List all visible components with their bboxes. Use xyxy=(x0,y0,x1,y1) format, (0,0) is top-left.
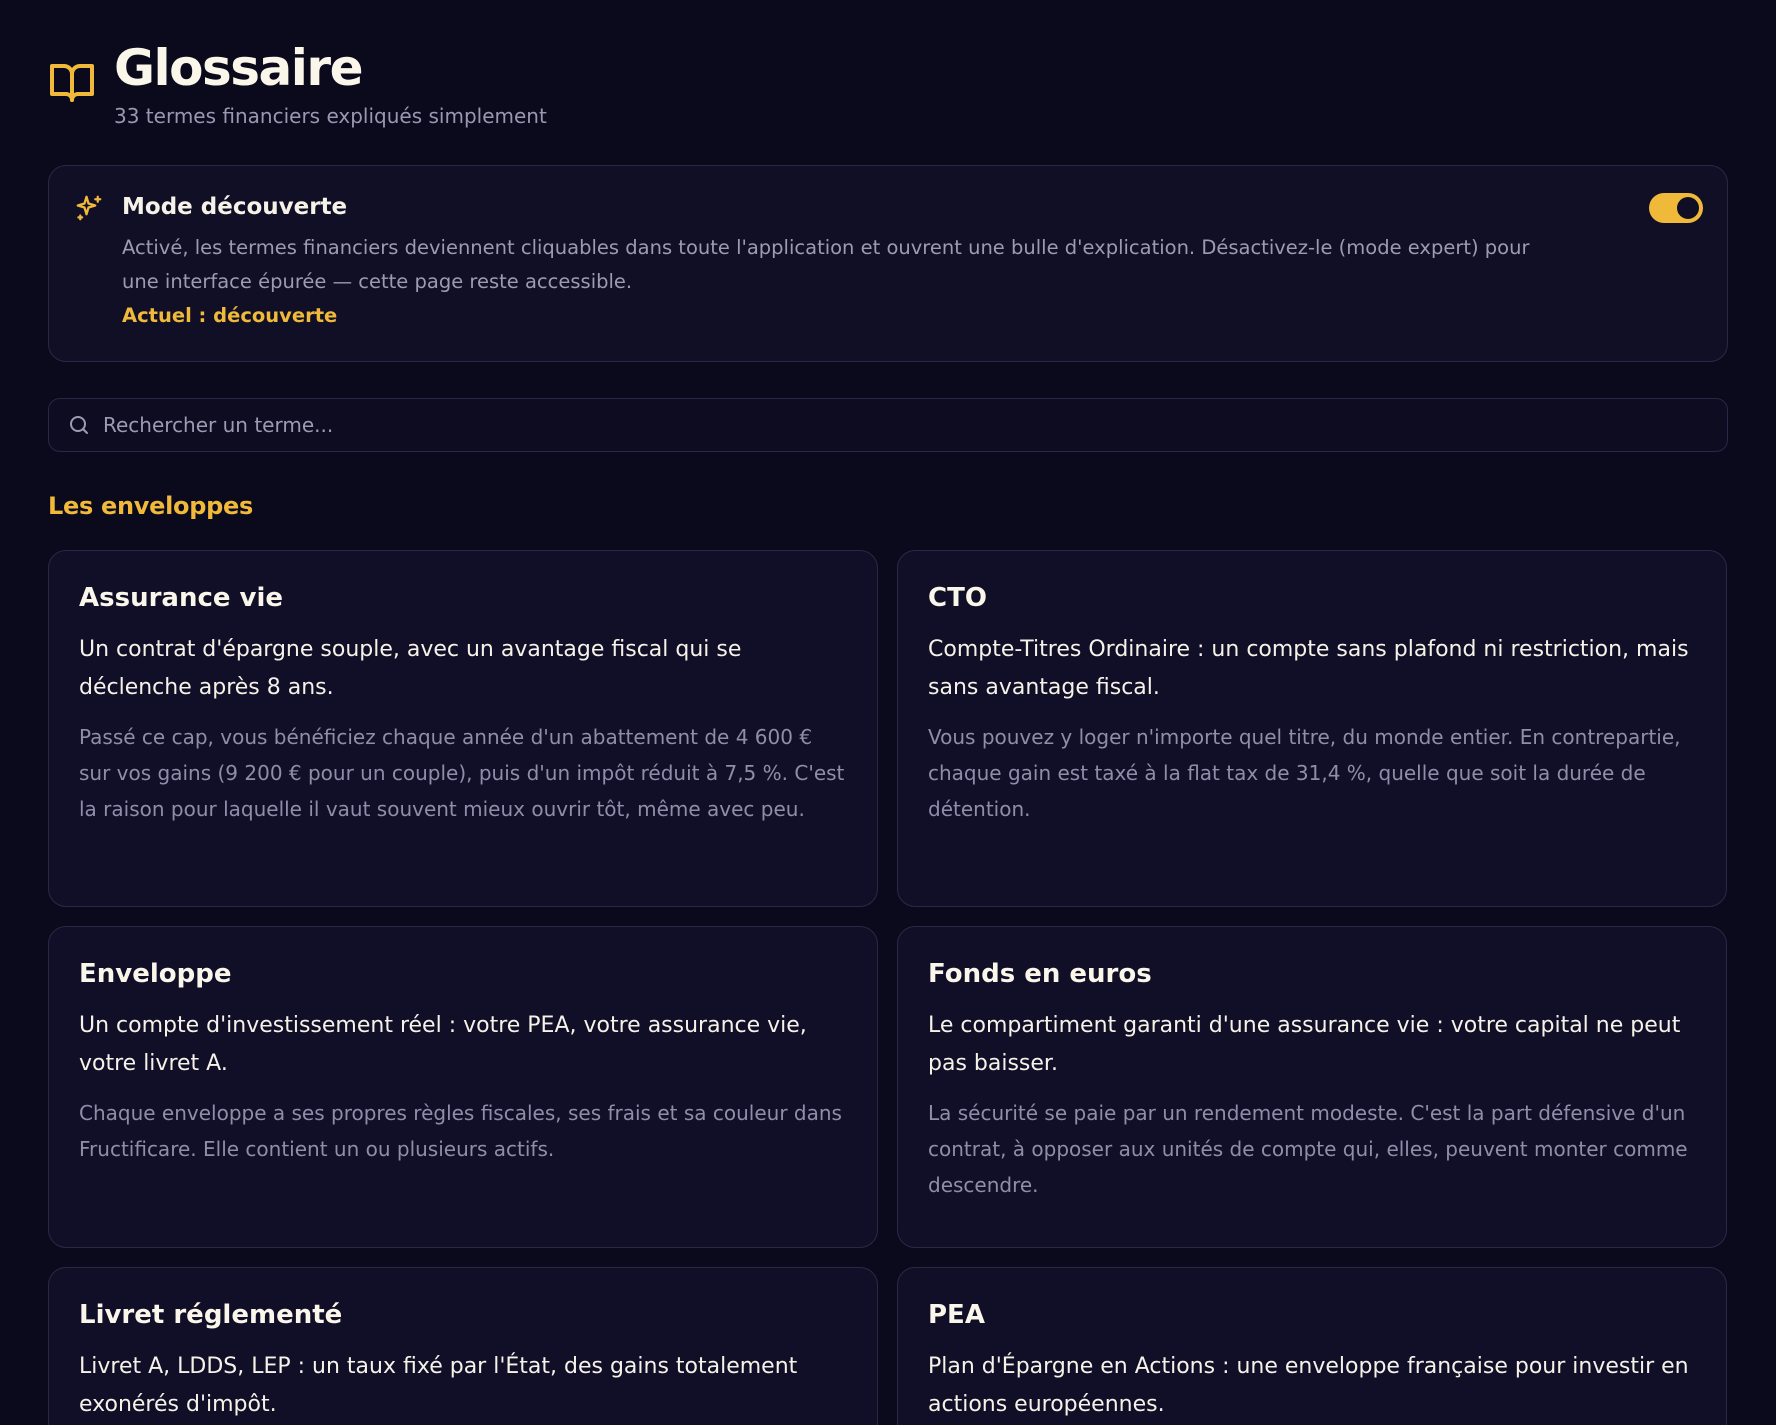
term-body: Chaque enveloppe a ses propres règles fi… xyxy=(79,1101,842,1161)
term-lead: Plan d'Épargne en Actions : une envelopp… xyxy=(928,1354,1689,1417)
discovery-mode-description: Activé, les termes financiers deviennent… xyxy=(122,236,1530,293)
header-text: Glossaire 33 termes financiers expliqués… xyxy=(114,36,547,128)
glossary-page: Glossaire 33 termes financiers expliqués… xyxy=(0,0,1776,1425)
page-title: Glossaire xyxy=(114,39,363,97)
discovery-mode-title: Mode découverte xyxy=(122,194,348,220)
sparkles-icon xyxy=(76,195,102,221)
term-title: CTO xyxy=(928,583,987,613)
discovery-mode-card: Mode découverte Activé, les termes finan… xyxy=(48,165,1728,362)
glossary-card[interactable]: PEA Plan d'Épargne en Actions : une enve… xyxy=(897,1267,1727,1425)
section-title: Les enveloppes xyxy=(48,492,253,520)
book-icon xyxy=(50,64,94,102)
term-title: Fonds en euros xyxy=(928,959,1152,989)
term-lead: Un contrat d'épargne souple, avec un ava… xyxy=(79,637,742,700)
glossary-card[interactable]: CTO Compte-Titres Ordinaire : un compte … xyxy=(897,550,1727,907)
glossary-card[interactable]: Assurance vie Un contrat d'épargne soupl… xyxy=(48,550,878,907)
term-body: Passé ce cap, vous bénéficiez chaque ann… xyxy=(79,725,845,821)
term-lead: Le compartiment garanti d'une assurance … xyxy=(928,1013,1681,1076)
search-input[interactable] xyxy=(103,413,1727,437)
discovery-mode-current: Actuel : découverte xyxy=(122,304,338,327)
toggle-knob xyxy=(1677,197,1699,219)
term-title: Assurance vie xyxy=(79,583,284,613)
term-body: Vous pouvez y loger n'importe quel titre… xyxy=(928,725,1681,821)
term-title: Livret réglementé xyxy=(79,1300,343,1330)
search-icon xyxy=(70,416,88,434)
discovery-mode-toggle[interactable] xyxy=(1649,193,1703,223)
term-title: PEA xyxy=(928,1300,985,1330)
glossary-card[interactable]: Fonds en euros Le compartiment garanti d… xyxy=(897,926,1727,1248)
glossary-card[interactable]: Enveloppe Un compte d'investissement rée… xyxy=(48,926,878,1248)
term-lead: Compte-Titres Ordinaire : un compte sans… xyxy=(928,637,1689,700)
search-bar xyxy=(48,398,1728,452)
page-subtitle: 33 termes financiers expliqués simplemen… xyxy=(114,104,547,128)
term-lead: Un compte d'investissement réel : votre … xyxy=(79,1013,807,1076)
term-lead: Livret A, LDDS, LEP : un taux fixé par l… xyxy=(79,1354,798,1417)
term-body: La sécurité se paie par un rendement mod… xyxy=(928,1101,1688,1197)
glossary-card[interactable]: Livret réglementé Livret A, LDDS, LEP : … xyxy=(48,1267,878,1425)
term-title: Enveloppe xyxy=(79,959,232,989)
page-header: Glossaire 33 termes financiers expliqués… xyxy=(48,0,1728,165)
glossary-grid: Assurance vie Un contrat d'épargne soupl… xyxy=(48,550,1728,1425)
